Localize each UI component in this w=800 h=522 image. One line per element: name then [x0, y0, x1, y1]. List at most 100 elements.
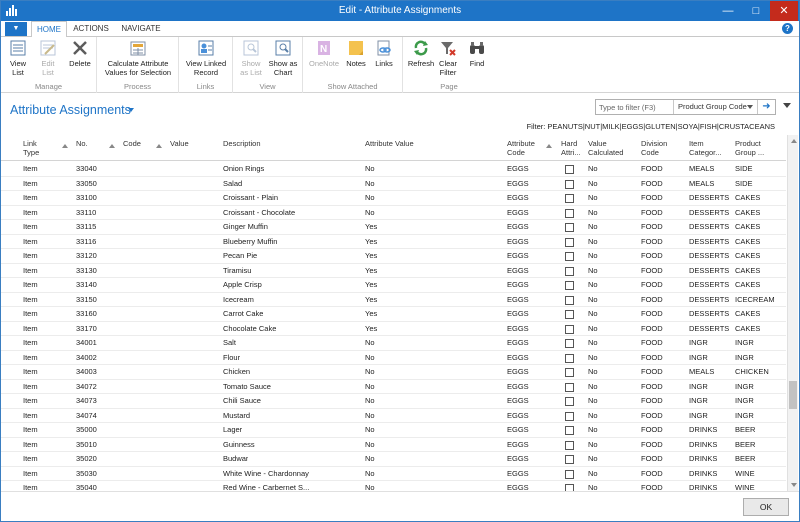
cell-link-type[interactable]: Item	[23, 454, 38, 463]
cell-division-code[interactable]: FOOD	[641, 367, 663, 376]
table-row[interactable]: Item 35040 Red Wine - Carbernet S... No EGGS…	[1, 481, 786, 491]
cell-attribute-code[interactable]: EGGS	[507, 251, 529, 260]
cell-value-calculated[interactable]: No	[588, 193, 598, 202]
hard-attribute-checkbox[interactable]	[565, 411, 574, 421]
cell-item-category[interactable]: MEALS	[689, 179, 714, 188]
cell-description[interactable]: Mustard	[223, 411, 250, 420]
cell-value-calculated[interactable]: No	[588, 208, 598, 217]
cell-description[interactable]: Apple Crisp	[223, 280, 262, 289]
cell-product-group[interactable]: CAKES	[735, 251, 760, 260]
hard-attribute-checkbox[interactable]	[565, 310, 574, 319]
cell-product-group[interactable]: WINE	[735, 469, 755, 478]
table-row[interactable]: Item 33120 Pecan Pie Yes EGGS No FOOD DESSERTS C…	[1, 249, 786, 264]
cell-attribute-value[interactable]: Yes	[365, 237, 377, 246]
cell-no[interactable]: 35010	[76, 440, 97, 449]
hard-attribute-checkbox[interactable]	[565, 440, 574, 450]
cell-attribute-code[interactable]: EGGS	[507, 280, 529, 289]
cell-item-category[interactable]: DESSERTS	[689, 266, 729, 275]
column-header-value[interactable]: Value	[170, 139, 189, 148]
page-title[interactable]: Attribute Assignments	[10, 103, 131, 117]
cell-link-type[interactable]: Item	[23, 251, 38, 260]
table-row[interactable]: Item 33170 Chocolate Cake Yes EGGS No FOOD DESS…	[1, 322, 786, 336]
column-header-description[interactable]: Description	[223, 139, 261, 148]
scrollbar-thumb[interactable]	[789, 381, 797, 409]
cell-link-type[interactable]: Item	[23, 324, 38, 333]
cell-division-code[interactable]: FOOD	[641, 251, 663, 260]
cell-attribute-value[interactable]: Yes	[365, 324, 377, 333]
cell-attribute-value[interactable]: No	[365, 440, 375, 449]
column-header-division-code[interactable]: Division Code	[641, 139, 667, 157]
cell-description[interactable]: Lager	[223, 425, 242, 434]
cell-product-group[interactable]: INGR	[735, 382, 754, 391]
cell-attribute-value[interactable]: Yes	[365, 295, 377, 304]
cell-division-code[interactable]: FOOD	[641, 454, 663, 463]
help-icon[interactable]: ?	[782, 23, 793, 34]
arrow-right-icon[interactable]: ➜	[757, 100, 775, 114]
cell-description[interactable]: Guinness	[223, 440, 255, 449]
cell-link-type[interactable]: Item	[23, 411, 38, 420]
cell-attribute-code[interactable]: EGGS	[507, 454, 529, 463]
cell-description[interactable]: Salad	[223, 179, 242, 188]
cell-item-category[interactable]: DRINKS	[689, 469, 717, 478]
hard-attribute-checkbox[interactable]	[565, 368, 574, 377]
cell-item-category[interactable]: INGR	[689, 353, 708, 362]
cell-attribute-value[interactable]: No	[365, 208, 375, 217]
clear-filter-button[interactable]: Clear Filter	[437, 39, 459, 77]
cell-link-type[interactable]: Item	[23, 179, 38, 188]
hard-attribute-checkbox[interactable]	[565, 353, 574, 363]
cell-item-category[interactable]: DESSERTS	[689, 309, 729, 318]
cell-attribute-value[interactable]: Yes	[365, 251, 377, 260]
minimize-button[interactable]: —	[714, 1, 742, 21]
cell-attribute-code[interactable]: EGGS	[507, 440, 529, 449]
cell-no[interactable]: 33150	[76, 295, 97, 304]
table-row[interactable]: Item 35020 Budwar No EGGS No FOOD DRINKS BEER	[1, 452, 786, 467]
cell-division-code[interactable]: FOOD	[641, 295, 663, 304]
cell-division-code[interactable]: FOOD	[641, 208, 663, 217]
cell-value-calculated[interactable]: No	[588, 164, 598, 173]
column-header-attribute-code[interactable]: Attribute Code	[507, 139, 535, 157]
cell-division-code[interactable]: FOOD	[641, 222, 663, 231]
cell-link-type[interactable]: Item	[23, 193, 38, 202]
cell-description[interactable]: Flour	[223, 353, 240, 362]
cell-value-calculated[interactable]: No	[588, 309, 598, 318]
table-row[interactable]: Item 35000 Lager No EGGS No FOOD DRINKS BEER	[1, 423, 786, 438]
cell-no[interactable]: 35020	[76, 454, 97, 463]
cell-division-code[interactable]: FOOD	[641, 440, 663, 449]
cell-no[interactable]: 33140	[76, 280, 97, 289]
cell-link-type[interactable]: Item	[23, 237, 38, 246]
table-row[interactable]: Item 33130 Tiramisu Yes EGGS No FOOD DESSERTS CA…	[1, 264, 786, 278]
cell-attribute-code[interactable]: EGGS	[507, 367, 529, 376]
view-linked-record-button[interactable]: View Linked Record	[183, 39, 229, 77]
app-menu-button[interactable]: ▼	[5, 22, 27, 36]
cell-value-calculated[interactable]: No	[588, 367, 598, 376]
hard-attribute-checkbox[interactable]	[565, 281, 574, 290]
calculate-attribute-values-button[interactable]: Calculate Attribute Values for Selection	[101, 39, 175, 77]
cell-link-type[interactable]: Item	[23, 382, 38, 391]
cell-product-group[interactable]: SIDE	[735, 164, 753, 173]
cell-link-type[interactable]: Item	[23, 396, 38, 405]
cell-item-category[interactable]: DRINKS	[689, 454, 717, 463]
notes-button[interactable]: Notes	[343, 39, 369, 68]
tab-actions[interactable]: ACTIONS	[71, 21, 111, 37]
filter-field-select[interactable]: Product Group Code	[676, 100, 756, 114]
cell-attribute-code[interactable]: EGGS	[507, 353, 529, 362]
cell-attribute-value[interactable]: No	[365, 483, 375, 491]
cell-link-type[interactable]: Item	[23, 295, 38, 304]
cell-attribute-code[interactable]: EGGS	[507, 396, 529, 405]
cell-division-code[interactable]: FOOD	[641, 338, 663, 347]
cell-link-type[interactable]: Item	[23, 353, 38, 362]
cell-attribute-code[interactable]: EGGS	[507, 382, 529, 391]
cell-division-code[interactable]: FOOD	[641, 309, 663, 318]
sort-asc-icon[interactable]	[62, 144, 68, 148]
close-button[interactable]: ✕	[770, 1, 798, 21]
cell-link-type[interactable]: Item	[23, 280, 38, 289]
hard-attribute-checkbox[interactable]	[565, 208, 574, 218]
cell-description[interactable]: Chicken	[223, 367, 250, 376]
cell-description[interactable]: Ginger Muffin	[223, 222, 268, 231]
cell-product-group[interactable]: CAKES	[735, 222, 760, 231]
page-title-dropdown-icon[interactable]	[128, 108, 134, 112]
cell-attribute-code[interactable]: EGGS	[507, 324, 529, 333]
cell-value-calculated[interactable]: No	[588, 469, 598, 478]
cell-product-group[interactable]: INGR	[735, 411, 754, 420]
hard-attribute-checkbox[interactable]	[565, 469, 574, 479]
